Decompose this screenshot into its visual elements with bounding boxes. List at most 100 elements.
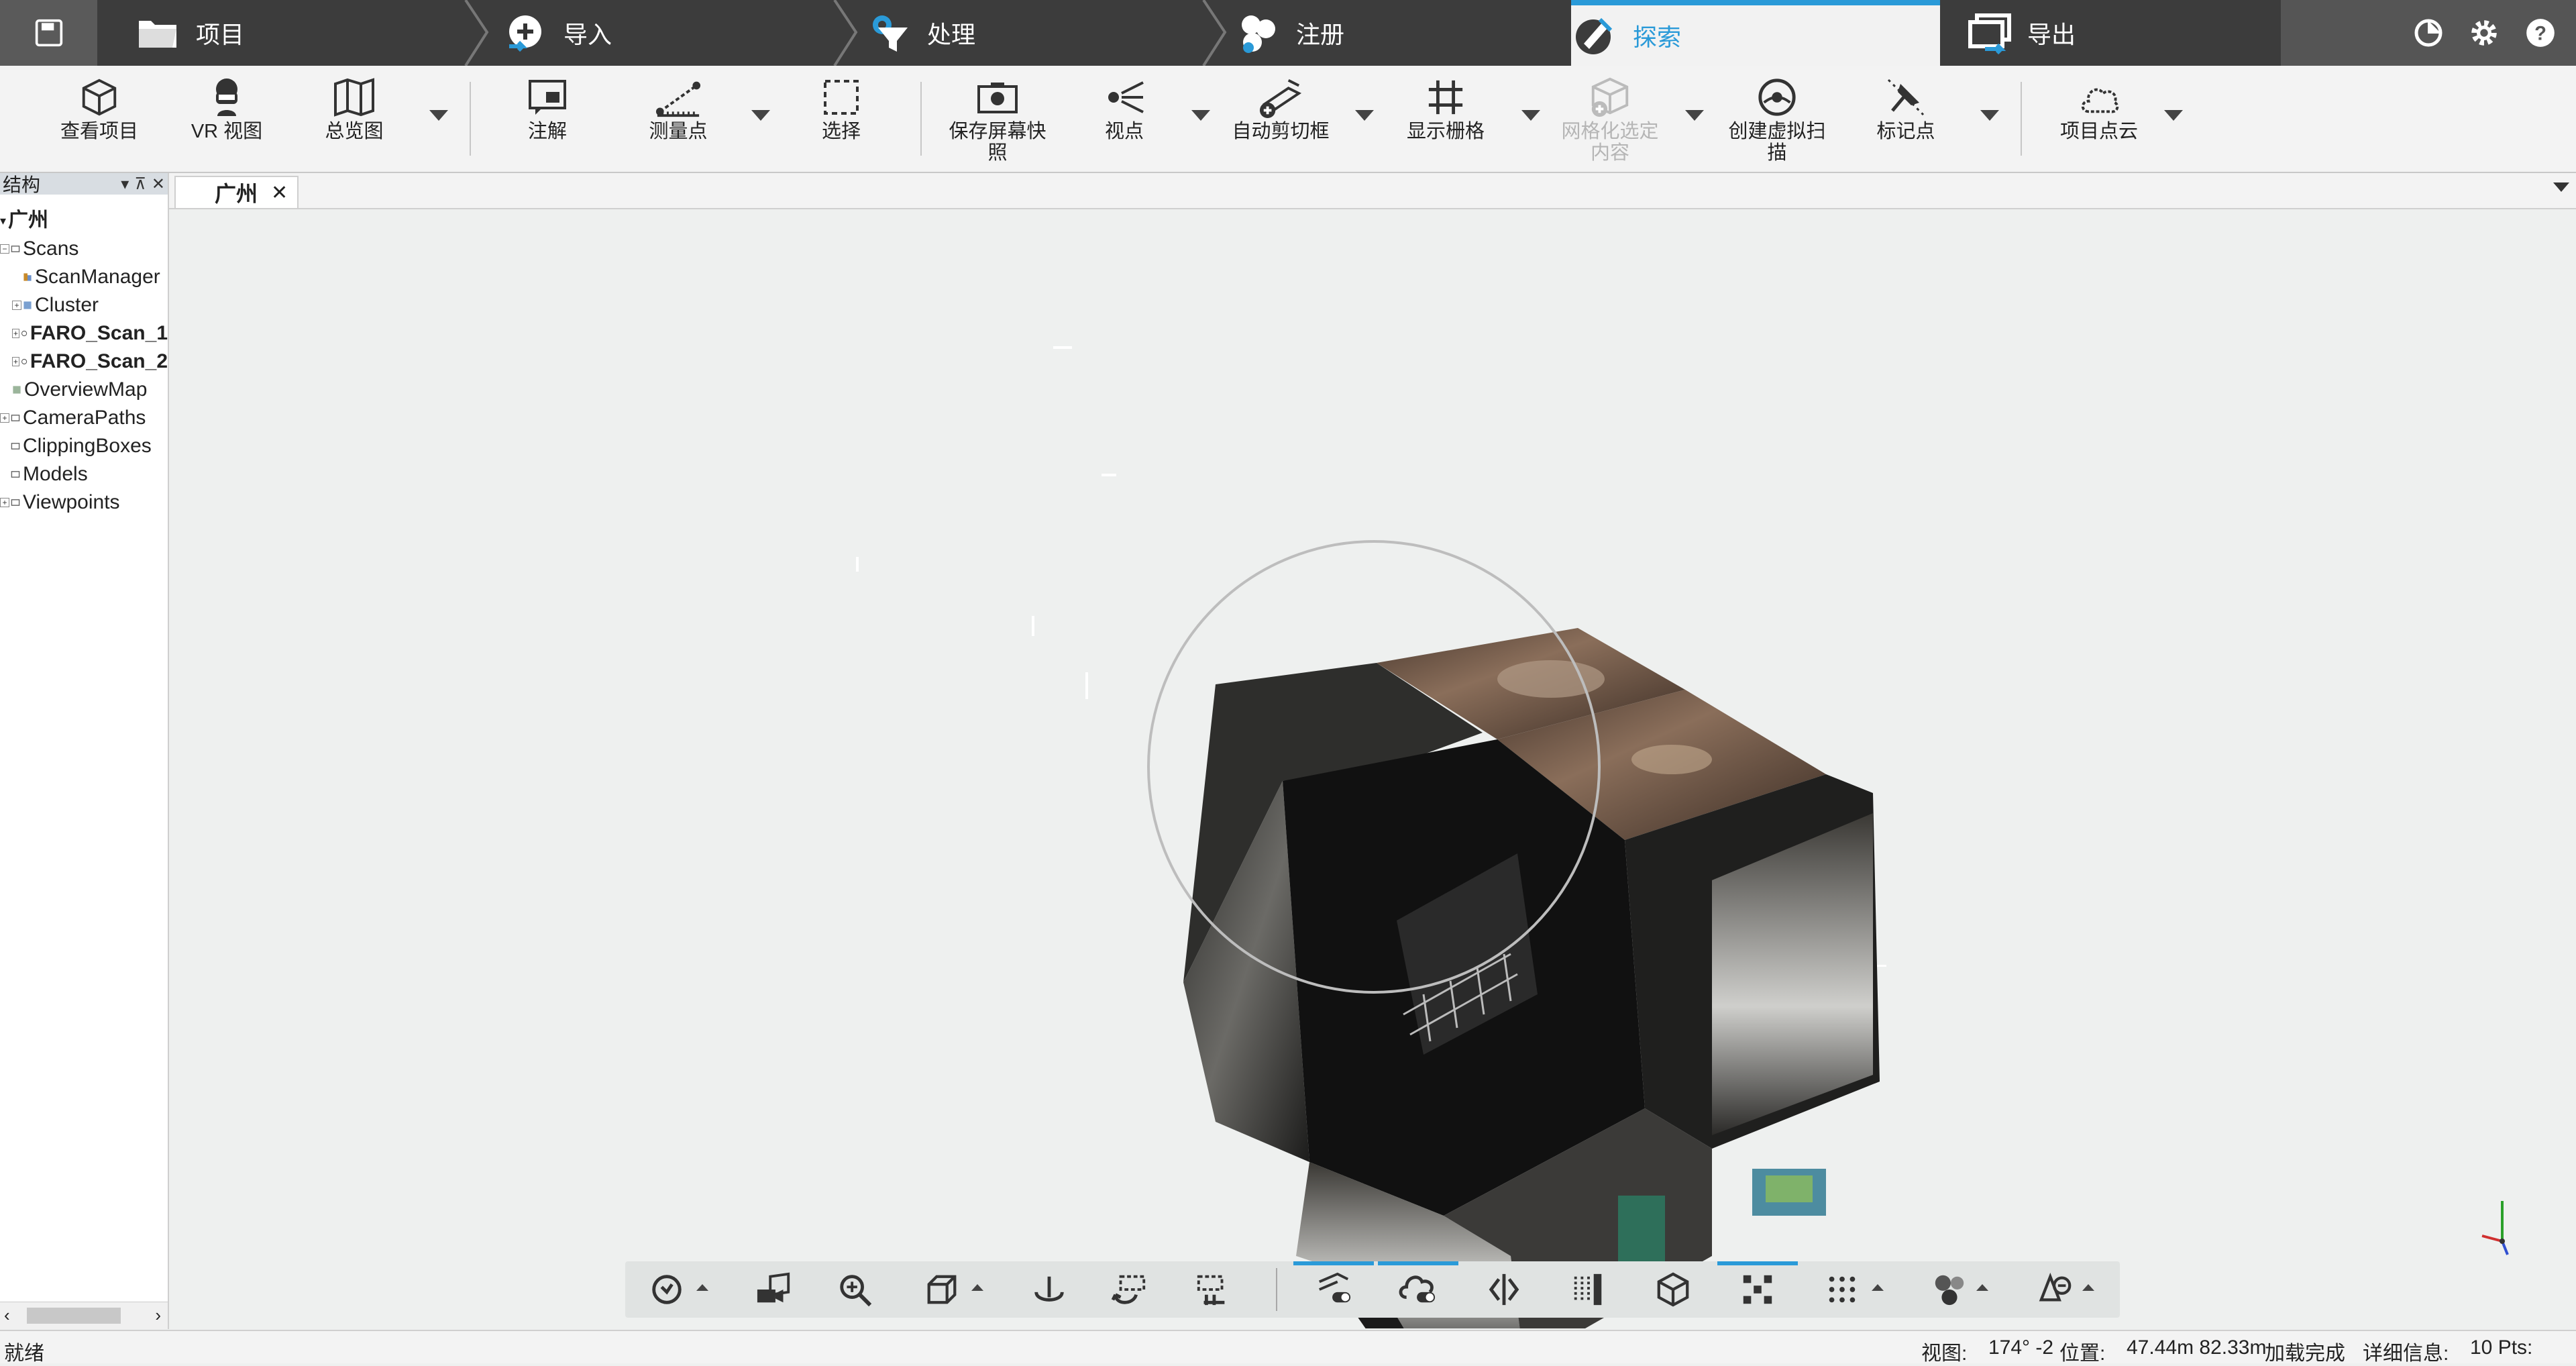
chevron-down-icon[interactable] [1191,110,1210,121]
point-density-button[interactable] [1717,1261,1798,1310]
export-icon [1966,9,2012,56]
tree-item-scanmanager[interactable]: ScanManager [0,263,168,291]
tree-expander-icon[interactable]: + [0,498,9,507]
tree-item-models[interactable]: Models [0,460,168,488]
gear-icon[interactable] [2467,16,2501,50]
orbit-button[interactable] [645,1269,688,1310]
box-view-button[interactable] [1652,1269,1695,1310]
scroll-left-icon[interactable]: ‹ [4,1305,10,1326]
annotation-button[interactable]: 注解 [507,75,588,142]
point-cloud-toggle-button[interactable] [1378,1261,1458,1310]
tree-item-cluster[interactable]: + Cluster [0,291,168,319]
close-icon[interactable]: ✕ [152,174,165,194]
tree-item-camerapaths[interactable]: + CameraPaths [0,404,168,432]
undo-view-button[interactable] [1108,1269,1151,1310]
svg-text:?: ? [2534,23,2546,44]
reset-up-button[interactable] [1028,1269,1071,1310]
slice-view-button[interactable] [1567,1269,1610,1310]
tree-item-faro-scan-1[interactable]: + FARO_Scan_1 [0,319,168,348]
view-project-button[interactable]: 查看项目 [59,75,140,142]
overview-button[interactable]: 总览图 [314,75,394,142]
zoom-icon [840,1275,872,1307]
vr-view-button[interactable]: VR 视图 [186,75,267,142]
project-point-cloud-button[interactable]: 项目点云 [2049,75,2149,142]
tree-item-clippingboxes[interactable]: ClippingBoxes [0,432,168,460]
tree-item-overviewmap[interactable]: OverviewMap [0,376,168,404]
tab-explore[interactable]: 探索 [1571,0,1940,66]
close-icon[interactable]: ✕ [271,181,288,205]
tab-process[interactable]: 处理 [865,0,1187,66]
tree-collapse-icon[interactable]: ▾ [0,207,8,235]
markers-button[interactable]: 标记点 [1862,75,1949,142]
tree-expander-icon[interactable]: + [12,357,19,366]
scroll-right-icon[interactable]: › [155,1305,161,1326]
create-virtual-scan-button[interactable]: 创建虚拟扫 描 [1721,75,1833,164]
chevron-down-icon[interactable] [429,110,448,121]
tree-item-faro-scan-2[interactable]: + FARO_Scan_2 [0,348,168,376]
tab-list-dropdown-icon[interactable] [2553,182,2569,192]
zoom-button[interactable] [833,1269,876,1310]
view-cube-button[interactable] [920,1269,963,1310]
chevron-up-icon[interactable] [1872,1284,1884,1291]
tab-export[interactable]: 导出 [1966,0,2301,66]
tree-item-root[interactable]: ▾ 广州 [0,207,168,235]
slice-icon [1574,1273,1602,1306]
tab-project[interactable]: 项目 [134,0,456,66]
show-grid-button[interactable]: 显示栅格 [1394,75,1497,142]
cloud-icon [2076,75,2123,119]
select-label: 选择 [821,121,861,142]
tab-separator [464,0,489,66]
camera-view-button[interactable] [753,1269,796,1310]
redo-view-button[interactable] [1191,1269,1234,1310]
tree-item-label: FARO_Scan_2 [30,350,168,372]
folder-icon [11,471,20,478]
chevron-down-icon[interactable] [2164,110,2183,121]
color-mode-button[interactable] [1928,1269,1971,1310]
camera-icon [974,75,1021,119]
process-icon [865,9,912,56]
tree-expander-icon[interactable]: + [12,329,19,338]
chevron-up-icon[interactable] [971,1284,983,1291]
clipping-toggle-button[interactable] [1293,1261,1374,1310]
chevron-down-icon[interactable] [1980,110,1999,121]
chevron-up-icon[interactable] [2082,1284,2094,1291]
chevron-down-icon[interactable] [1355,110,1374,121]
status-ready: 就绪 [4,1343,44,1365]
auto-clipbox-button[interactable]: 自动剪切框 [1225,75,1336,142]
tab-import[interactable]: 导入 [502,0,837,66]
render-mode-button[interactable] [2034,1269,2077,1310]
point-size-button[interactable] [1821,1269,1864,1310]
tree-item-scans[interactable]: − Scans [0,235,168,263]
chevron-down-icon[interactable] [751,110,770,121]
measure-point-button[interactable]: 测量点 [635,75,722,142]
chevron-up-icon[interactable] [1976,1284,1988,1291]
panel-horizontal-scrollbar[interactable]: ‹ › [0,1302,168,1329]
select-button[interactable]: 选择 [801,75,881,142]
mesh-selection-button[interactable]: 网格化选定 内容 [1556,75,1664,164]
chevron-down-icon[interactable] [1685,110,1704,121]
pin-icon[interactable]: ⊼ [134,174,146,194]
cube-icon [76,75,123,119]
tree-expander-icon[interactable]: + [12,301,21,310]
viewpoint-button[interactable]: 视点 [1084,75,1165,142]
split-view-button[interactable] [1483,1269,1525,1310]
document-tab[interactable]: 广州 ✕ [174,176,299,208]
chevron-down-icon[interactable] [1521,110,1540,121]
scrollbar-thumb[interactable] [27,1308,121,1324]
chevron-up-icon[interactable] [696,1284,708,1291]
structure-panel: 结构 ▾ ⊼ ✕ ▾ 广州 − Scans ScanManager + Clus… [0,173,169,1329]
tree-item-viewpoints[interactable]: + Viewpoints [0,488,168,517]
status-position-value: 47.44m 82.33m [2127,1336,2267,1359]
tab-register[interactable]: 注册 [1234,0,1556,66]
panel-menu-icon[interactable]: ▾ [121,174,129,194]
save-screenshot-button[interactable]: 保存屏幕快 照 [942,75,1053,164]
help-icon[interactable]: ? [2524,16,2557,50]
auto-clipbox-label: 自动剪切框 [1232,121,1330,142]
theme-icon[interactable] [2412,17,2445,49]
marker-pin-icon [1882,75,1929,119]
clipping-toggle-icon [1319,1272,1351,1303]
save-button[interactable] [0,0,97,66]
3d-viewport[interactable] [169,209,2576,1328]
tree-expander-icon[interactable]: − [0,244,9,254]
tree-expander-icon[interactable]: + [0,413,9,423]
